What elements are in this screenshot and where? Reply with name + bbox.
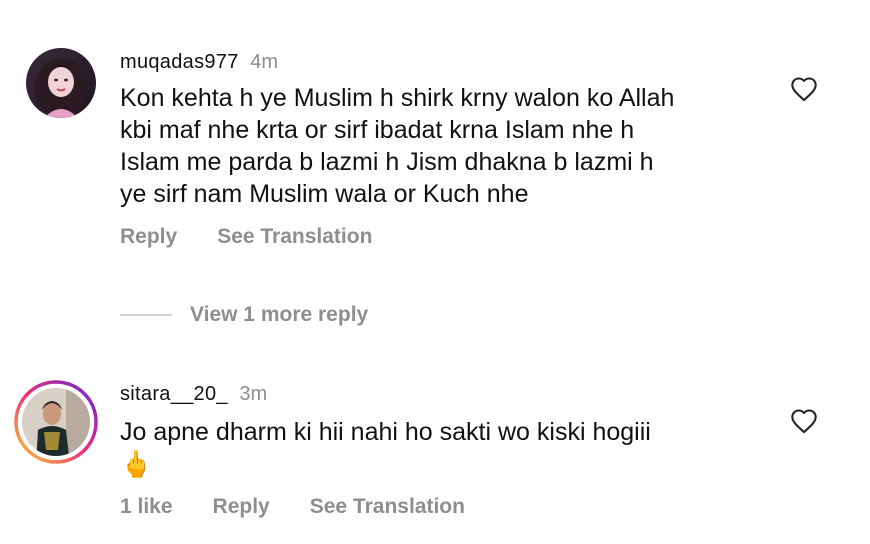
reply-button[interactable]: Reply <box>120 225 177 249</box>
comment-actions: 1 like Reply See Translation <box>120 495 465 519</box>
comment-line: Islam me parda b lazmi h Jism dhakna b l… <box>120 148 654 176</box>
timestamp: 3m <box>239 383 268 405</box>
heart-outline-icon <box>791 77 817 102</box>
middle-finger-emoji: 🖕 <box>120 449 153 479</box>
username[interactable]: sitara__20_ <box>120 383 228 405</box>
comment-actions: Reply See Translation <box>120 225 372 249</box>
view-more-replies-label[interactable]: View 1 more reply <box>190 303 368 327</box>
likes-count[interactable]: 1 like <box>120 495 173 519</box>
comment-line: Kon kehta h ye Muslim h shirk krny walon… <box>120 84 675 112</box>
comment-line: ye sirf nam Muslim wala or Kuch nhe <box>120 180 529 208</box>
comment-line: kbi maf nhe krta or sirf ibadat krna Isl… <box>120 116 635 144</box>
comment-text: Kon kehta h ye Muslim h shirk krny walon… <box>120 82 770 210</box>
heart-outline-icon <box>791 409 817 434</box>
comment-text: Jo apne dharm ki hii nahi ho sakti wo ki… <box>120 416 770 480</box>
like-button[interactable] <box>790 76 818 102</box>
username[interactable]: muqadas977 <box>120 51 239 73</box>
view-more-replies[interactable]: View 1 more reply <box>120 302 368 328</box>
see-translation-button[interactable]: See Translation <box>217 225 372 249</box>
avatar[interactable] <box>26 48 96 118</box>
comment-meta: muqadas977 4m <box>120 50 278 74</box>
divider-line <box>120 314 172 316</box>
comment-line: Jo apne dharm ki hii nahi ho sakti wo ki… <box>120 418 651 446</box>
user-avatar-story-ring-icon <box>14 380 98 464</box>
see-translation-button[interactable]: See Translation <box>310 495 465 519</box>
comment-meta: sitara__20_ 3m <box>120 382 267 406</box>
reply-button[interactable]: Reply <box>213 495 270 519</box>
user-avatar-icon <box>26 48 96 118</box>
like-button[interactable] <box>790 408 818 434</box>
avatar[interactable] <box>14 380 98 464</box>
timestamp: 4m <box>250 51 279 73</box>
